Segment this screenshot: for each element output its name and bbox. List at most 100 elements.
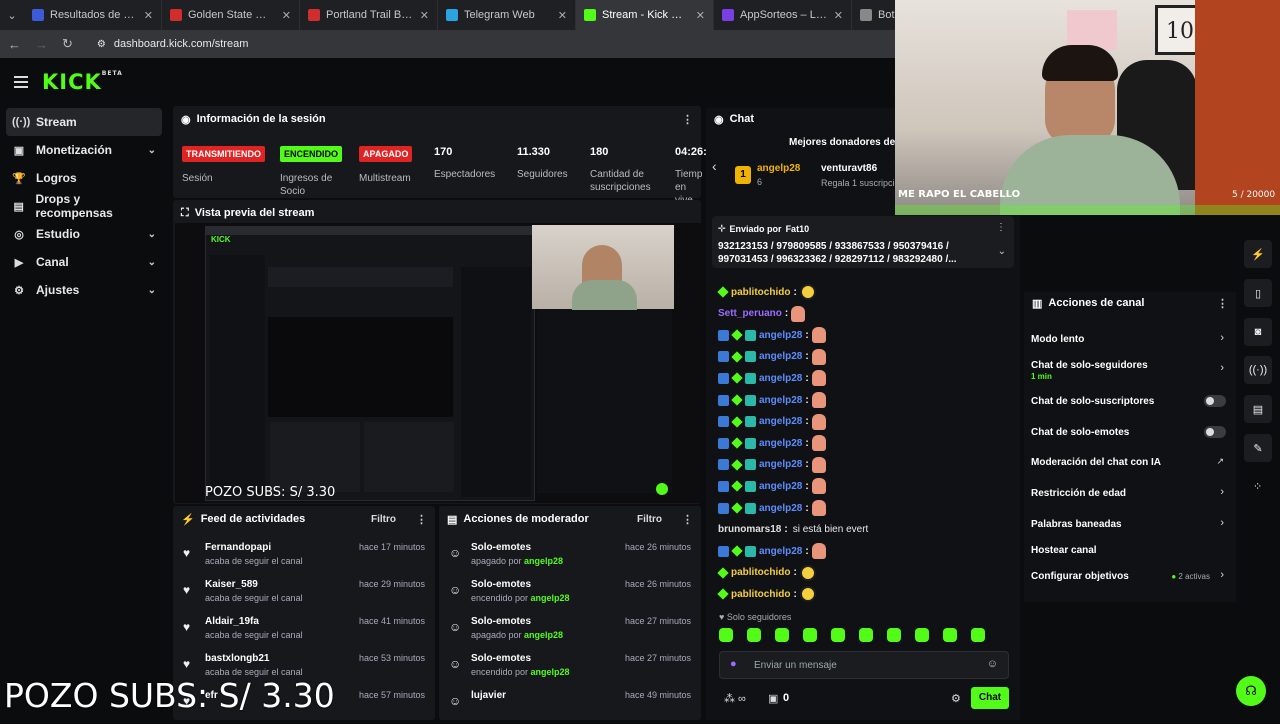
close-tab-icon[interactable]: ✕ — [834, 9, 843, 22]
chat-message[interactable]: pablitochido: — [717, 283, 816, 301]
followers-only-chevron-icon[interactable]: › — [1220, 362, 1224, 374]
pinned-message[interactable]: ⊹ Enviado por Fat10 932123153 / 979809585 … — [712, 216, 1014, 268]
emote-picker-icon[interactable] — [747, 628, 761, 642]
sidebar-item-monetización[interactable]: ▣ Monetización ⌄ — [0, 136, 168, 164]
age-restriction[interactable]: Restricción de edad — [1031, 488, 1126, 499]
activity-row[interactable]: ♥ Kaiser_589 acaba de seguir el canal hace … — [173, 577, 435, 613]
subs-only-chat[interactable]: Chat de solo-suscriptores — [1031, 396, 1154, 407]
chat-username[interactable]: angelp28 — [759, 438, 802, 449]
rail-layout-icon[interactable]: ▤ — [1244, 395, 1272, 423]
chat-username[interactable]: angelp28 — [759, 546, 802, 557]
chat-username[interactable]: angelp28 — [759, 416, 802, 427]
sidebar-item-ajustes[interactable]: ⚙ Ajustes ⌄ — [0, 276, 168, 304]
forward-icon[interactable]: → — [35, 37, 48, 52]
emote-picker-icon[interactable] — [971, 628, 985, 642]
chat-username[interactable]: angelp28 — [759, 395, 802, 406]
external-link-icon[interactable]: ↗ — [1216, 456, 1224, 467]
emote-picker-icon[interactable] — [719, 628, 733, 642]
chat-message[interactable]: angelp28: — [718, 348, 826, 366]
chat-message[interactable]: angelp28: — [718, 499, 826, 517]
configure-goals[interactable]: Configurar objetivos — [1031, 571, 1129, 582]
chat-username[interactable]: pablitochido — [731, 589, 790, 600]
mic-icon[interactable]: ● — [730, 658, 737, 670]
rail-doc-icon[interactable]: ▯ — [1244, 279, 1272, 307]
donor2-name[interactable]: venturavt86 — [821, 163, 877, 174]
chat-message[interactable]: angelp28: — [718, 326, 826, 344]
tab-search-icon[interactable]: ⌄ — [0, 0, 24, 30]
banned-words[interactable]: Palabras baneadas — [1031, 519, 1122, 530]
slow-mode[interactable]: Modo lento — [1031, 334, 1084, 345]
emote-picker-icon[interactable] — [831, 628, 845, 642]
browser-tab[interactable]: AppSorteos – La Ruleta d ✕ — [714, 0, 852, 30]
slow-mode-chevron-icon[interactable]: › — [1220, 332, 1224, 344]
chat-message[interactable]: pablitochido: — [717, 564, 816, 582]
chevron-down-icon[interactable]: ⌄ — [148, 145, 156, 156]
kick-logo[interactable]: KICKBETA — [42, 70, 123, 94]
chat-username[interactable]: angelp28 — [759, 351, 802, 362]
chat-message[interactable]: angelp28: — [718, 456, 826, 474]
emote-picker-icon[interactable] — [803, 628, 817, 642]
emote-picker-icon[interactable] — [915, 628, 929, 642]
rail-chat-icon[interactable]: ◙ — [1244, 318, 1272, 346]
emote-picker-icon[interactable] — [943, 628, 957, 642]
chevron-down-icon[interactable]: ⌄ — [148, 257, 156, 268]
chat-message[interactable]: brunomars18: si está bien evert — [718, 521, 868, 539]
rail-wrench-icon[interactable]: ✎ — [1244, 434, 1272, 462]
mod-action-row[interactable]: ☺ lujavier hace 49 minutos — [439, 688, 701, 724]
chat-username[interactable]: angelp28 — [759, 481, 802, 492]
chat-send-button[interactable]: Chat — [971, 687, 1009, 709]
emotes-only-toggle[interactable] — [1204, 426, 1226, 438]
activity-filter-button[interactable]: Filtro — [371, 514, 396, 525]
chevron-down-icon[interactable]: ⌄ — [148, 285, 156, 296]
chat-bar-icons[interactable]: ⁂ ∞ — [724, 692, 746, 705]
chat-message[interactable]: angelp28: — [718, 391, 826, 409]
chat-message[interactable]: angelp28: — [718, 542, 826, 560]
store-icon[interactable]: ▣ — [768, 692, 778, 705]
activity-more-icon[interactable]: ⋮ — [416, 513, 427, 526]
chat-username[interactable]: Sett_peruano — [718, 308, 782, 319]
host-channel[interactable]: Hostear canal — [1031, 545, 1097, 556]
emote-picker-icon[interactable] — [775, 628, 789, 642]
browser-tab[interactable]: Golden State Warriors - M ✕ — [162, 0, 300, 30]
chevron-down-icon[interactable]: ⌄ — [148, 229, 156, 240]
chat-input[interactable]: ● Enviar un mensaje ☺ — [719, 651, 1009, 679]
chat-message[interactable]: angelp28: — [718, 434, 826, 452]
chat-username[interactable]: angelp28 — [759, 503, 802, 514]
browser-tab[interactable]: Resultados de baloncesto ✕ — [24, 0, 162, 30]
pinned-more-icon[interactable]: ⋮ — [996, 222, 1006, 233]
rail-more-icon[interactable]: ⁘ — [1253, 480, 1262, 493]
chat-settings-icon[interactable]: ⚙ — [951, 692, 961, 705]
chat-username[interactable]: brunomars18 — [718, 524, 781, 535]
followers-only-chat[interactable]: Chat de solo-seguidores — [1031, 360, 1148, 371]
address-bar[interactable]: ⚙ dashboard.kick.com/stream — [97, 38, 248, 50]
mod-action-row[interactable]: ☺ Solo-emotes apagado por angelp28 hace 26 … — [439, 540, 701, 576]
browser-tab[interactable]: Telegram Web ✕ — [438, 0, 576, 30]
pinned-expand-icon[interactable]: ⌄ — [998, 246, 1006, 257]
actions-more-icon[interactable]: ⋮ — [1217, 297, 1228, 310]
donor1-name[interactable]: angelp28 — [757, 163, 800, 174]
age-chevron-icon[interactable]: › — [1220, 486, 1224, 498]
close-tab-icon[interactable]: ✕ — [696, 9, 705, 22]
sidebar-item-logros[interactable]: 🏆 Logros — [0, 164, 168, 192]
menu-icon[interactable] — [14, 73, 28, 91]
back-icon[interactable]: ← — [8, 37, 21, 52]
ai-moderation[interactable]: Moderación del chat con IA — [1031, 457, 1161, 468]
chat-message[interactable]: pablitochido: — [717, 585, 816, 603]
rail-bolt-icon[interactable]: ⚡ — [1244, 240, 1272, 268]
goals-chevron-icon[interactable]: › — [1220, 569, 1224, 581]
reload-icon[interactable]: ↻ — [62, 36, 73, 52]
mod-filter-button[interactable]: Filtro — [637, 514, 662, 525]
emote-picker-icon[interactable] — [859, 628, 873, 642]
mod-action-row[interactable]: ☺ Solo-emotes apagado por angelp28 hace 27 … — [439, 614, 701, 650]
close-tab-icon[interactable]: ✕ — [558, 9, 567, 22]
sidebar-item-canal[interactable]: ▶ Canal ⌄ — [0, 248, 168, 276]
close-tab-icon[interactable]: ✕ — [282, 9, 291, 22]
rail-broadcast-icon[interactable]: ((·)) — [1244, 356, 1272, 384]
chat-message[interactable]: angelp28: — [718, 413, 826, 431]
mod-action-row[interactable]: ☺ Solo-emotes encendido por angelp28 hace 2… — [439, 577, 701, 613]
sidebar-item-stream[interactable]: ((·)) Stream — [6, 108, 162, 136]
support-button[interactable]: ☊ — [1236, 676, 1266, 706]
banned-chevron-icon[interactable]: › — [1220, 517, 1224, 529]
activity-row[interactable]: ♥ Aldair_19fa acaba de seguir el canal hace… — [173, 614, 435, 650]
browser-tab[interactable]: Portland Trail Blazers - H ✕ — [300, 0, 438, 30]
